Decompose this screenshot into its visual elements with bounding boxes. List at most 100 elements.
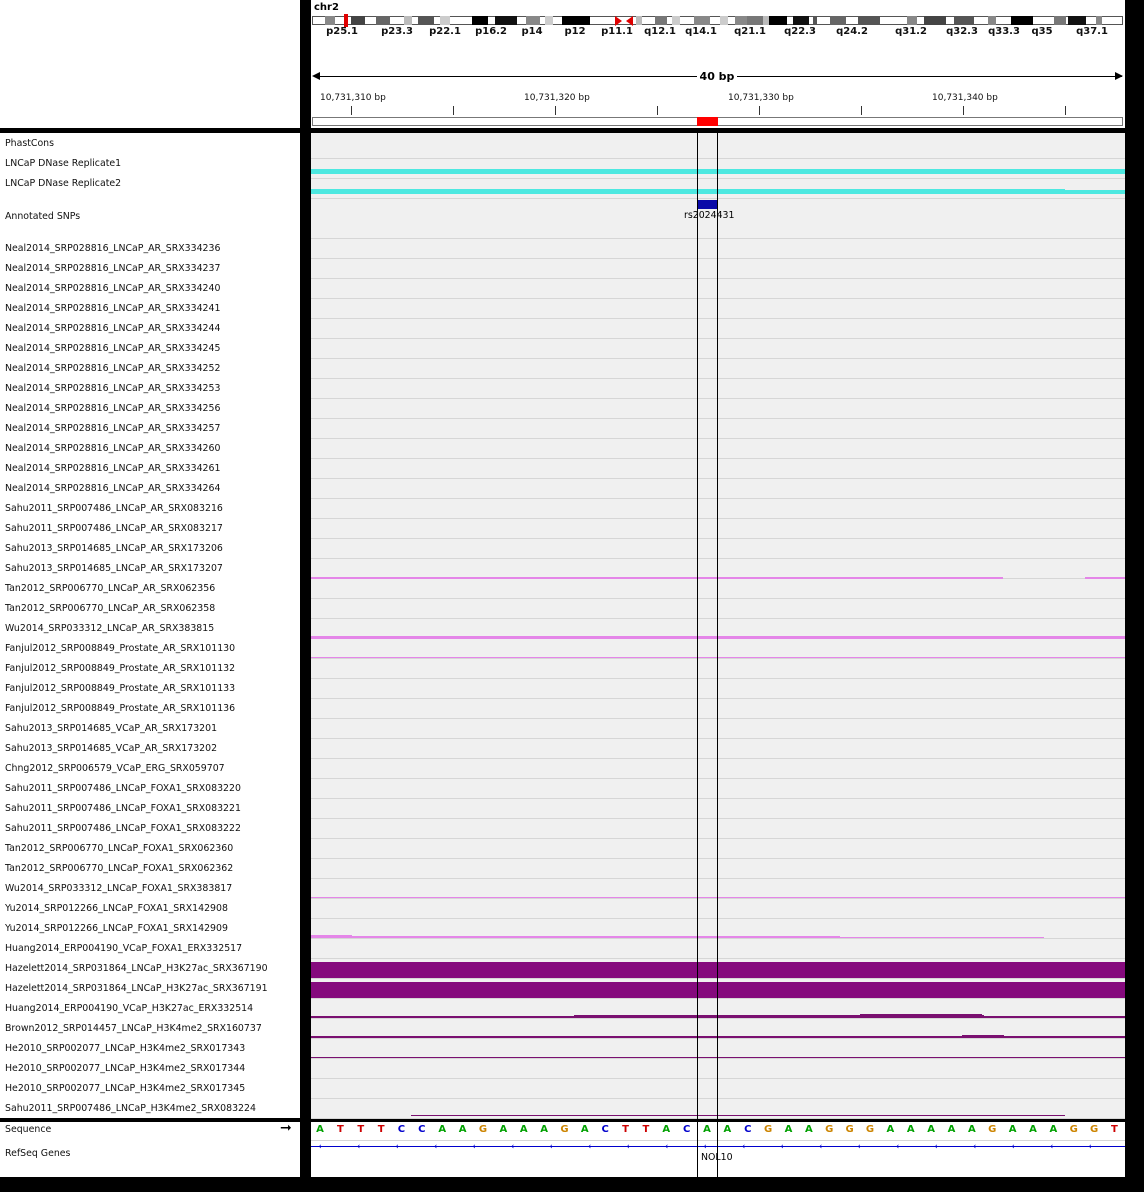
chip-track-name[interactable]: Sahu2013_SRP014685_LNCaP_AR_SRX173207 (5, 563, 223, 574)
chip-track-name[interactable]: Chng2012_SRP006579_VCaP_ERG_SRX059707 (5, 763, 225, 774)
chip-track-name[interactable]: He2010_SRP002077_LNCaP_H3K4me2_SRX017345 (5, 1083, 245, 1094)
track-name-dnase-replicate1[interactable]: LNCaP DNase Replicate1 (5, 158, 121, 169)
chip-signal-hazelett2014-srx367190 (311, 962, 1125, 978)
track-separator (311, 498, 1125, 499)
ideogram-band (720, 16, 728, 25)
chip-track-name[interactable]: Neal2014_SRP028816_LNCaP_AR_SRX334257 (5, 423, 220, 434)
strand-arrow-icon: ‹ (1088, 1142, 1092, 1152)
chip-track-name[interactable]: Fanjul2012_SRP008849_Prostate_AR_SRX1011… (5, 683, 235, 694)
chip-track-name[interactable]: Neal2014_SRP028816_LNCaP_AR_SRX334260 (5, 443, 220, 454)
track-name-dnase-replicate2[interactable]: LNCaP DNase Replicate2 (5, 178, 121, 189)
chip-track-name[interactable]: Sahu2011_SRP007486_LNCaP_FOXA1_SRX083222 (5, 823, 241, 834)
chip-track-name[interactable]: Neal2014_SRP028816_LNCaP_AR_SRX334244 (5, 323, 220, 334)
chip-track-name[interactable]: Neal2014_SRP028816_LNCaP_AR_SRX334237 (5, 263, 220, 274)
chip-track-name[interactable]: Neal2014_SRP028816_LNCaP_AR_SRX334261 (5, 463, 220, 474)
chip-track-name[interactable]: Huang2014_ERP004190_VCaP_FOXA1_ERX332517 (5, 943, 242, 954)
chip-track-name[interactable]: He2010_SRP002077_LNCaP_H3K4me2_SRX017343 (5, 1043, 245, 1054)
track-name-phastcons[interactable]: PhastCons (5, 138, 54, 149)
ruler-position-label: 10,731,310 bp (320, 93, 386, 103)
ruler-position-label: 10,731,320 bp (524, 93, 590, 103)
track-separator (311, 478, 1125, 479)
chip-track-name[interactable]: Tan2012_SRP006770_LNCaP_FOXA1_SRX062362 (5, 863, 233, 874)
track-separator (311, 658, 1125, 659)
track-separator (311, 798, 1125, 799)
ruler-region-of-interest[interactable] (697, 117, 718, 126)
chip-signal-tan2012-srx062356 (311, 577, 1003, 579)
chip-track-name[interactable]: He2010_SRP002077_LNCaP_H3K4me2_SRX017344 (5, 1063, 245, 1074)
track-name-sequence[interactable]: Sequence (5, 1124, 51, 1135)
chip-track-name[interactable]: Neal2014_SRP028816_LNCaP_AR_SRX334264 (5, 483, 220, 494)
chip-track-name[interactable]: Hazelett2014_SRP031864_LNCaP_H3K27ac_SRX… (5, 963, 268, 974)
track-separator (311, 538, 1125, 539)
chip-track-name[interactable]: Sahu2013_SRP014685_VCaP_AR_SRX173201 (5, 723, 217, 734)
track-separator (311, 758, 1125, 759)
sequence-base: A (519, 1124, 528, 1135)
ideogram-band-label: q35 (1031, 26, 1053, 37)
ideogram-band (636, 16, 642, 25)
sequence-base: A (1008, 1124, 1017, 1135)
ideogram-band-label: q37.1 (1076, 26, 1108, 37)
chip-track-name[interactable]: Neal2014_SRP028816_LNCaP_AR_SRX334240 (5, 283, 220, 294)
strand-arrow-icon: ‹ (395, 1142, 399, 1152)
chip-track-name[interactable]: Sahu2011_SRP007486_LNCaP_AR_SRX083216 (5, 503, 223, 514)
chip-track-name[interactable]: Neal2014_SRP028816_LNCaP_AR_SRX334245 (5, 343, 220, 354)
sequence-base: A (886, 1124, 895, 1135)
chip-track-name[interactable]: Sahu2011_SRP007486_LNCaP_FOXA1_SRX083221 (5, 803, 241, 814)
ideogram-band (545, 16, 553, 25)
sequence-base: G (478, 1124, 488, 1135)
chip-signal-yu2014-srx142909-mid (352, 936, 840, 938)
track-separator (311, 718, 1125, 719)
chip-track-name[interactable]: Tan2012_SRP006770_LNCaP_AR_SRX062358 (5, 603, 215, 614)
chip-track-name[interactable]: Neal2014_SRP028816_LNCaP_AR_SRX334241 (5, 303, 220, 314)
track-separator (311, 1140, 1125, 1141)
chip-track-name[interactable]: Fanjul2012_SRP008849_Prostate_AR_SRX1011… (5, 703, 235, 714)
chip-track-name[interactable]: Neal2014_SRP028816_LNCaP_AR_SRX334252 (5, 363, 220, 374)
sequence-base: G (1069, 1124, 1078, 1135)
chip-track-name[interactable]: Neal2014_SRP028816_LNCaP_AR_SRX334236 (5, 243, 220, 254)
chip-track-name[interactable]: Tan2012_SRP006770_LNCaP_FOXA1_SRX062360 (5, 843, 233, 854)
track-separator (311, 378, 1125, 379)
chip-track-name[interactable]: Neal2014_SRP028816_LNCaP_AR_SRX334253 (5, 383, 220, 394)
chip-track-name[interactable]: Sahu2013_SRP014685_VCaP_AR_SRX173202 (5, 743, 217, 754)
chip-track-name[interactable]: Wu2014_SRP033312_LNCaP_AR_SRX383815 (5, 623, 214, 634)
chip-track-name[interactable]: Neal2014_SRP028816_LNCaP_AR_SRX334256 (5, 403, 220, 414)
chip-track-name[interactable]: Fanjul2012_SRP008849_Prostate_AR_SRX1011… (5, 663, 235, 674)
track-separator (311, 558, 1125, 559)
track-name-annotated-snps[interactable]: Annotated SNPs (5, 211, 80, 222)
track-separator (311, 418, 1125, 419)
chip-track-name[interactable]: Sahu2011_SRP007486_LNCaP_AR_SRX083217 (5, 523, 223, 534)
track-separator (311, 978, 1125, 979)
sequence-base: A (662, 1124, 671, 1135)
sequence-base: A (967, 1124, 976, 1135)
track-separator (311, 298, 1125, 299)
ideogram-band (813, 16, 817, 25)
track-separator (311, 518, 1125, 519)
sequence-base: A (540, 1124, 548, 1135)
chip-track-name[interactable]: Huang2014_ERP004190_VCaP_H3K27ac_ERX3325… (5, 1003, 253, 1014)
chip-track-name[interactable]: Sahu2011_SRP007486_LNCaP_FOXA1_SRX083220 (5, 783, 241, 794)
ideogram-band (562, 16, 590, 25)
track-separator (311, 338, 1125, 339)
chip-track-name[interactable]: Brown2012_SRP014457_LNCaP_H3K4me2_SRX160… (5, 1023, 262, 1034)
chip-track-name[interactable]: Wu2014_SRP033312_LNCaP_FOXA1_SRX383817 (5, 883, 232, 894)
sequence-base: C (397, 1124, 406, 1135)
chip-track-name[interactable]: Yu2014_SRP012266_LNCaP_FOXA1_SRX142908 (5, 903, 228, 914)
dnase-replicate2-signal (311, 189, 1065, 194)
ideogram-band (769, 16, 787, 25)
track-separator (311, 178, 1125, 179)
chip-track-name[interactable]: Hazelett2014_SRP031864_LNCaP_H3K27ac_SRX… (5, 983, 268, 994)
chip-signal-yu2014-srx142909 (311, 935, 352, 938)
chip-track-name[interactable]: Yu2014_SRP012266_LNCaP_FOXA1_SRX142909 (5, 923, 228, 934)
strand-arrow-icon: ‹ (934, 1142, 938, 1152)
chip-track-name[interactable]: Sahu2013_SRP014685_LNCaP_AR_SRX173206 (5, 543, 223, 554)
track-name-refseq-genes[interactable]: RefSeq Genes (5, 1148, 70, 1159)
sequence-base: A (580, 1124, 589, 1135)
track-separator (311, 458, 1125, 459)
ideogram-band (858, 16, 880, 25)
strand-arrow-icon[interactable]: ➞ (280, 1120, 292, 1136)
chip-track-name[interactable]: Tan2012_SRP006770_LNCaP_AR_SRX062356 (5, 583, 215, 594)
ideogram-band (1054, 16, 1066, 25)
chip-track-name[interactable]: Sahu2011_SRP007486_LNCaP_H3K4me2_SRX0832… (5, 1103, 256, 1114)
chip-track-name[interactable]: Fanjul2012_SRP008849_Prostate_AR_SRX1011… (5, 643, 235, 654)
snp-feature[interactable] (697, 200, 718, 209)
